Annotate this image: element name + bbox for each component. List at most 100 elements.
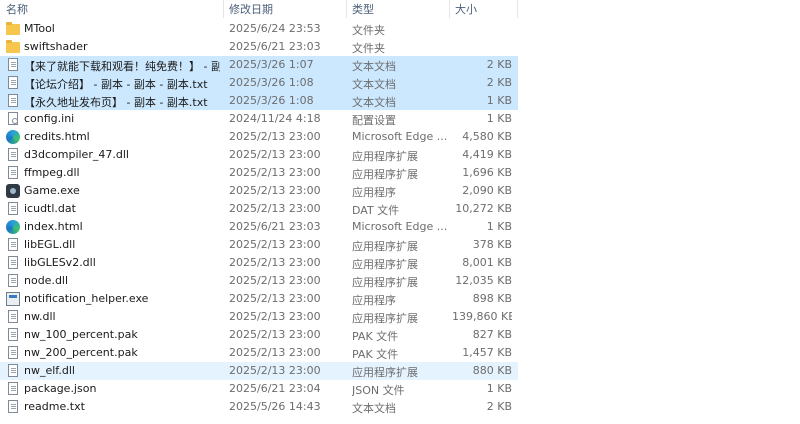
file-row[interactable]: 【永久地址发布页】 - 副本 - 副本.txt 2025/3/26 1:08 文本文…: [0, 92, 800, 110]
folder-icon: [6, 22, 20, 35]
column-divider[interactable]: [223, 0, 224, 18]
file-row[interactable]: nw_200_percent.pak 2025/2/13 23:00 PAK 文件 1…: [0, 344, 800, 362]
file-row[interactable]: MTool 2025/6/24 23:53 文件夹: [0, 20, 800, 38]
text-file-icon: [8, 400, 18, 413]
file-size: 2 KB: [486, 58, 512, 71]
file-row[interactable]: swiftshader 2025/6/21 23:03 文件夹: [0, 38, 800, 56]
file-name: 【论坛介绍】 - 副本 - 副本 - 副本.txt: [24, 78, 208, 91]
file-type: Microsoft Edge ...: [352, 130, 446, 143]
file-size: 880 KB: [472, 364, 512, 377]
column-header-type[interactable]: 类型: [352, 1, 374, 17]
file-name: nw.dll: [24, 310, 56, 323]
text-file-icon: [8, 148, 18, 161]
config-file-icon: [8, 112, 18, 125]
text-file-icon: [8, 364, 18, 377]
file-name: nw_elf.dll: [24, 364, 75, 377]
file-row[interactable]: notification_helper.exe 2025/2/13 23:00 应用…: [0, 290, 800, 308]
text-file-icon: [8, 346, 18, 359]
file-date: 2025/3/26 1:08: [229, 76, 314, 89]
file-row[interactable]: 【来了就能下载和观看！纯免费！】 - 副本 - 副本 - 副本.txt 2025/…: [0, 56, 800, 74]
file-list: MTool 2025/6/24 23:53 文件夹 swiftshader 2025/6…: [0, 20, 800, 416]
file-row[interactable]: libEGL.dll 2025/2/13 23:00 应用程序扩展 378 KB: [0, 236, 800, 254]
file-date: 2025/6/21 23:03: [229, 40, 321, 53]
file-row[interactable]: nw_elf.dll 2025/2/13 23:00 应用程序扩展 880 KB: [0, 362, 800, 380]
file-name: notification_helper.exe: [24, 292, 149, 305]
file-date: 2025/2/13 23:00: [229, 310, 321, 323]
file-type: 文本文档: [352, 78, 396, 91]
file-type: JSON 文件: [352, 384, 405, 397]
file-row[interactable]: node.dll 2025/2/13 23:00 应用程序扩展 12,035 KB: [0, 272, 800, 290]
column-divider[interactable]: [346, 0, 347, 18]
text-file-icon: [8, 202, 18, 215]
app-exe-icon: [6, 292, 20, 306]
file-size: 2,090 KB: [462, 184, 512, 197]
file-size: 1 KB: [486, 112, 512, 125]
file-type: 应用程序扩展: [352, 366, 418, 379]
file-date: 2025/2/13 23:00: [229, 166, 321, 179]
file-name: d3dcompiler_47.dll: [24, 148, 129, 161]
file-row[interactable]: credits.html 2025/2/13 23:00 Microsoft Edg…: [0, 128, 800, 146]
file-type: 文本文档: [352, 96, 396, 109]
file-type: 配置设置: [352, 114, 396, 127]
column-divider[interactable]: [449, 0, 450, 18]
file-type: 应用程序扩展: [352, 168, 418, 181]
file-row[interactable]: icudtl.dat 2025/2/13 23:00 DAT 文件 10,272 KB: [0, 200, 800, 218]
file-name: nw_100_percent.pak: [24, 328, 138, 341]
game-exe-icon: [6, 184, 20, 198]
file-date: 2025/2/13 23:00: [229, 238, 321, 251]
file-size: 898 KB: [472, 292, 512, 305]
file-size: 1,696 KB: [462, 166, 512, 179]
file-name: swiftshader: [24, 40, 88, 53]
file-name: readme.txt: [24, 400, 85, 413]
file-row[interactable]: nw_100_percent.pak 2025/2/13 23:00 PAK 文件 8…: [0, 326, 800, 344]
file-date: 2025/6/24 23:53: [229, 22, 321, 35]
text-file-icon: [8, 328, 18, 341]
file-date: 2025/6/21 23:04: [229, 382, 321, 395]
file-row[interactable]: readme.txt 2025/5/26 14:43 文本文档 2 KB: [0, 398, 800, 416]
file-type: 应用程序扩展: [352, 258, 418, 271]
file-type: 文本文档: [352, 60, 396, 73]
file-type: 应用程序扩展: [352, 150, 418, 163]
file-name: libGLESv2.dll: [24, 256, 96, 269]
file-row[interactable]: 【论坛介绍】 - 副本 - 副本 - 副本.txt 2025/3/26 1:08 文…: [0, 74, 800, 92]
file-date: 2025/5/26 14:43: [229, 400, 321, 413]
file-size: 1,457 KB: [462, 346, 512, 359]
file-type: 应用程序扩展: [352, 276, 418, 289]
text-file-icon: [8, 310, 18, 323]
file-row[interactable]: Game.exe 2025/2/13 23:00 应用程序 2,090 KB: [0, 182, 800, 200]
file-row[interactable]: config.ini 2024/11/24 4:18 配置设置 1 KB: [0, 110, 800, 128]
column-header-size[interactable]: 大小: [455, 1, 477, 17]
file-row[interactable]: libGLESv2.dll 2025/2/13 23:00 应用程序扩展 8,001 …: [0, 254, 800, 272]
column-header-name[interactable]: 名称: [6, 1, 28, 17]
file-name: 【永久地址发布页】 - 副本 - 副本.txt: [24, 96, 208, 109]
file-type: PAK 文件: [352, 330, 399, 343]
file-name: 【来了就能下载和观看！纯免费！】 - 副本 - 副本 - 副本.txt: [24, 60, 220, 73]
file-type: 应用程序扩展: [352, 312, 418, 325]
text-file-icon: [8, 238, 18, 251]
edge-html-icon: [6, 130, 20, 144]
file-date: 2025/2/13 23:00: [229, 130, 321, 143]
column-divider[interactable]: [517, 0, 518, 18]
file-row[interactable]: package.json 2025/6/21 23:04 JSON 文件 1 KB: [0, 380, 800, 398]
text-file-icon: [8, 94, 18, 107]
file-name: libEGL.dll: [24, 238, 76, 251]
file-type: DAT 文件: [352, 204, 400, 217]
folder-icon: [6, 40, 20, 53]
file-type: 文本文档: [352, 402, 396, 415]
text-file-icon: [8, 58, 18, 71]
file-size: 8,001 KB: [462, 256, 512, 269]
file-row[interactable]: ffmpeg.dll 2025/2/13 23:00 应用程序扩展 1,696 KB: [0, 164, 800, 182]
file-name: credits.html: [24, 130, 90, 143]
file-type: 应用程序扩展: [352, 240, 418, 253]
file-row[interactable]: d3dcompiler_47.dll 2025/2/13 23:00 应用程序扩展 4…: [0, 146, 800, 164]
text-file-icon: [8, 166, 18, 179]
file-row[interactable]: nw.dll 2025/2/13 23:00 应用程序扩展 139,860 KB: [0, 308, 800, 326]
file-size: 10,272 KB: [455, 202, 512, 215]
file-name: ffmpeg.dll: [24, 166, 80, 179]
file-size: 2 KB: [486, 400, 512, 413]
file-size: 1 KB: [486, 220, 512, 233]
file-row[interactable]: index.html 2025/6/21 23:03 Microsoft Edge …: [0, 218, 800, 236]
column-header-date[interactable]: 修改日期: [229, 1, 273, 17]
text-file-icon: [8, 382, 18, 395]
file-date: 2025/2/13 23:00: [229, 256, 321, 269]
